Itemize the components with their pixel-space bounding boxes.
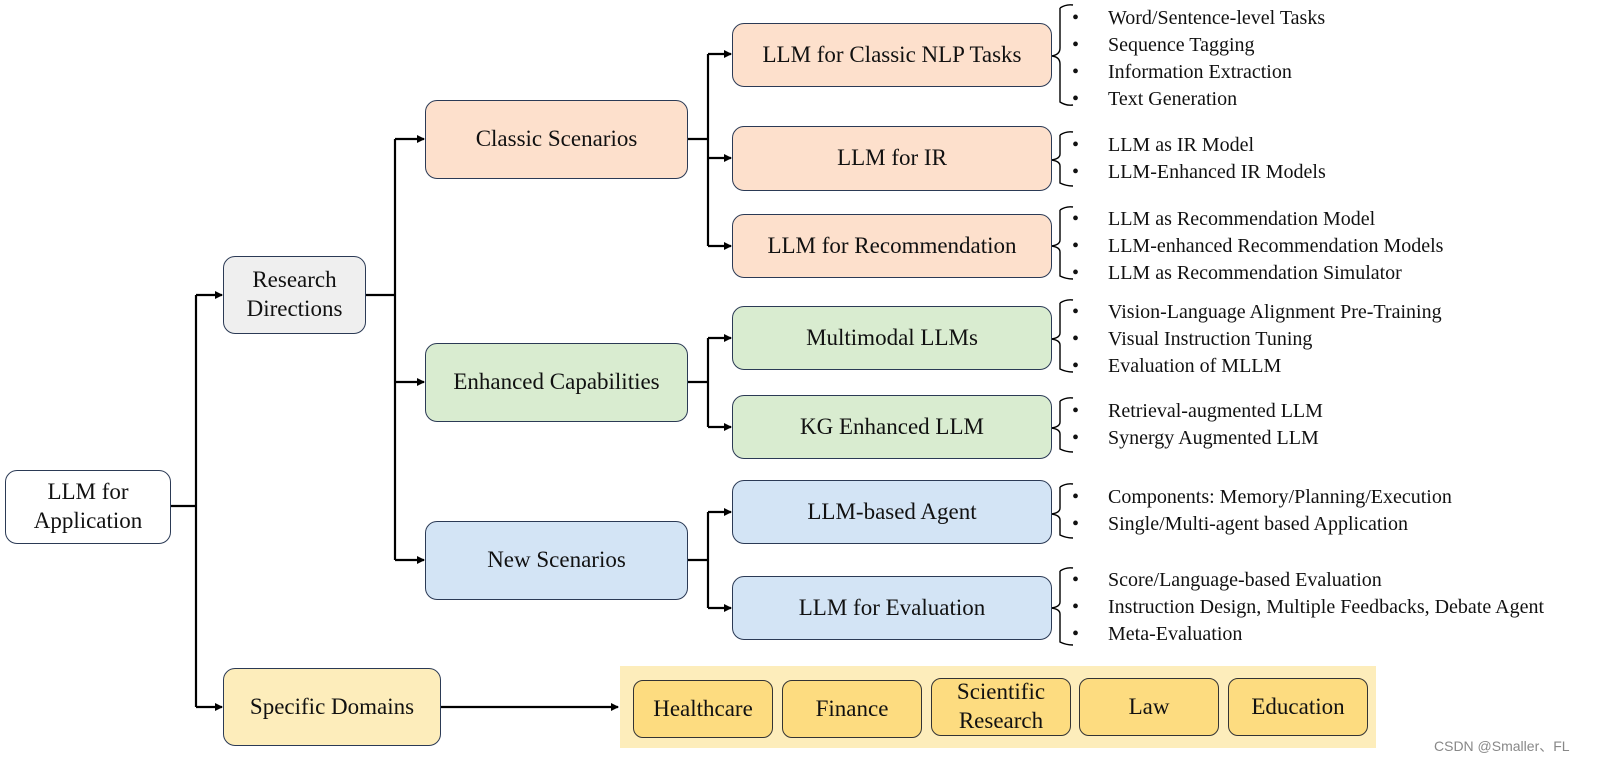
domain-scientific-research: Scientific Research xyxy=(931,678,1071,736)
kg-list: Retrieval-augmented LLM Synergy Augmente… xyxy=(1068,398,1323,452)
nlp-tasks-list: Word/Sentence-level Tasks Sequence Taggi… xyxy=(1068,5,1325,113)
list-item: Score/Language-based Evaluation xyxy=(1068,567,1544,594)
list-item: Visual Instruction Tuning xyxy=(1068,326,1442,353)
specific-domains-node: Specific Domains xyxy=(223,668,441,746)
list-item: LLM as IR Model xyxy=(1068,132,1326,159)
list-item: LLM-enhanced Recommendation Models xyxy=(1068,233,1443,260)
list-item: Evaluation of MLLM xyxy=(1068,353,1442,380)
llm-for-ir-label: LLM for IR xyxy=(837,145,947,171)
nlp-tasks-label: LLM for Classic NLP Tasks xyxy=(762,41,1022,67)
list-item: Synergy Augmented LLM xyxy=(1068,425,1323,452)
research-directions-label: Research Directions xyxy=(246,267,343,321)
list-item: Sequence Tagging xyxy=(1068,32,1325,59)
llm-based-agent-node: LLM-based Agent xyxy=(732,480,1052,544)
multimodal-llms-label: Multimodal LLMs xyxy=(806,324,978,350)
domain-label: Law xyxy=(1128,693,1170,719)
domain-education: Education xyxy=(1228,678,1368,736)
llm-for-evaluation-node: LLM for Evaluation xyxy=(732,576,1052,640)
classic-scenarios-node: Classic Scenarios xyxy=(425,100,688,179)
list-item: Text Generation xyxy=(1068,86,1325,113)
domain-law: Law xyxy=(1079,678,1219,736)
domain-healthcare: Healthcare xyxy=(633,680,773,738)
llm-based-agent-label: LLM-based Agent xyxy=(807,498,977,524)
list-item: Word/Sentence-level Tasks xyxy=(1068,5,1325,32)
llm-for-ir-node: LLM for IR xyxy=(732,126,1052,191)
agent-list: Components: Memory/Planning/Execution Si… xyxy=(1068,484,1452,538)
multimodal-list: Vision-Language Alignment Pre-Training V… xyxy=(1068,299,1442,380)
list-item: Retrieval-augmented LLM xyxy=(1068,398,1323,425)
evaluation-list: Score/Language-based Evaluation Instruct… xyxy=(1068,567,1544,648)
ir-list: LLM as IR Model LLM-Enhanced IR Models xyxy=(1068,132,1326,186)
taxonomy-diagram: LLM for Application Research Directions … xyxy=(0,0,1606,762)
classic-scenarios-label: Classic Scenarios xyxy=(475,126,638,152)
nlp-tasks-node: LLM for Classic NLP Tasks xyxy=(732,23,1052,87)
list-item: Meta-Evaluation xyxy=(1068,621,1544,648)
domain-label: Education xyxy=(1251,693,1345,719)
list-item: Single/Multi-agent based Application xyxy=(1068,511,1452,538)
specific-domains-label: Specific Domains xyxy=(249,693,415,719)
llm-for-recommendation-label: LLM for Recommendation xyxy=(767,232,1017,258)
domain-label: Finance xyxy=(815,695,889,721)
new-scenarios-label: New Scenarios xyxy=(487,547,626,573)
root-label: LLM for Application xyxy=(33,479,143,533)
list-item: Instruction Design, Multiple Feedbacks, … xyxy=(1068,594,1544,621)
list-item: LLM as Recommendation Model xyxy=(1068,206,1443,233)
research-directions-node: Research Directions xyxy=(223,256,366,334)
list-item: LLM as Recommendation Simulator xyxy=(1068,260,1443,287)
domain-finance: Finance xyxy=(782,680,922,738)
new-scenarios-node: New Scenarios xyxy=(425,521,688,600)
llm-for-recommendation-node: LLM for Recommendation xyxy=(732,214,1052,278)
list-item: LLM-Enhanced IR Models xyxy=(1068,159,1326,186)
recommendation-list: LLM as Recommendation Model LLM-enhanced… xyxy=(1068,206,1443,287)
domain-label: Scientific Research xyxy=(956,679,1046,733)
watermark: CSDN @Smaller、FL xyxy=(1434,738,1570,754)
root-node: LLM for Application xyxy=(5,470,171,544)
domain-label: Healthcare xyxy=(653,695,753,721)
list-item: Components: Memory/Planning/Execution xyxy=(1068,484,1452,511)
enhanced-capabilities-label: Enhanced Capabilities xyxy=(453,369,660,395)
list-item: Vision-Language Alignment Pre-Training xyxy=(1068,299,1442,326)
kg-enhanced-llm-node: KG Enhanced LLM xyxy=(732,395,1052,459)
kg-enhanced-llm-label: KG Enhanced LLM xyxy=(800,413,984,439)
enhanced-capabilities-node: Enhanced Capabilities xyxy=(425,343,688,422)
multimodal-llms-node: Multimodal LLMs xyxy=(732,306,1052,370)
llm-for-evaluation-label: LLM for Evaluation xyxy=(798,594,986,620)
list-item: Information Extraction xyxy=(1068,59,1325,86)
